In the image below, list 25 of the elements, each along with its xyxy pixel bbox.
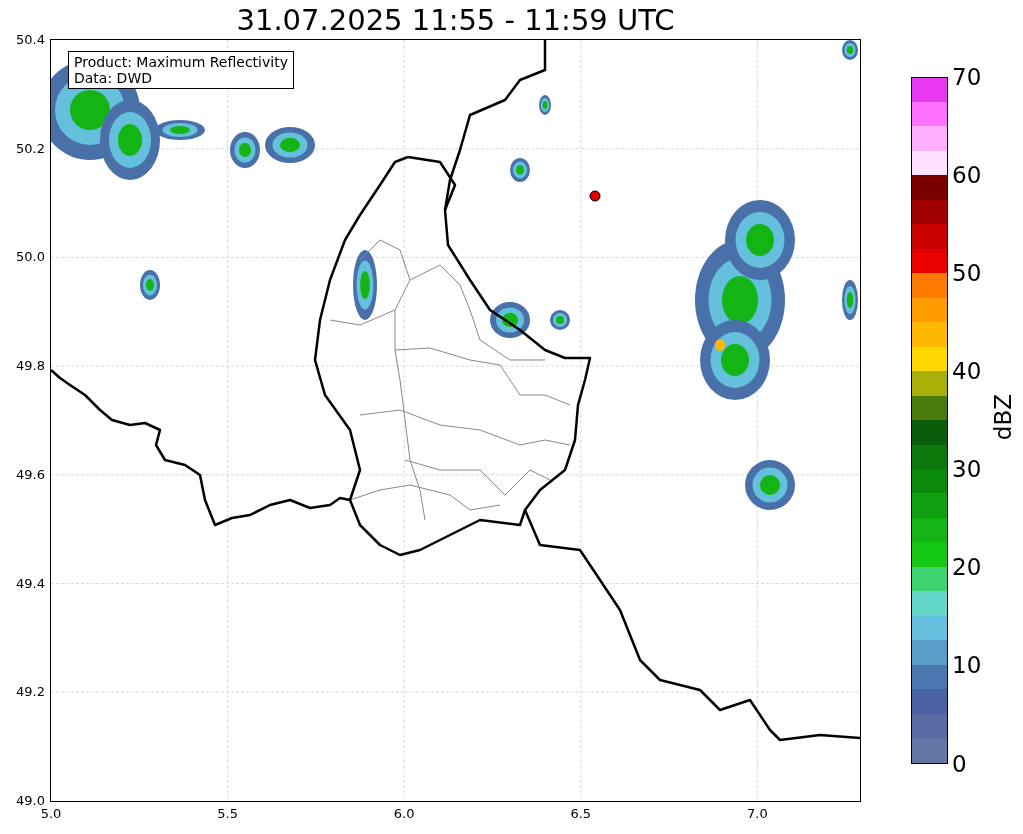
tick-label: 7.0	[747, 806, 768, 821]
tick-label: 6.5	[570, 806, 592, 821]
tick-label: 70	[952, 63, 982, 90]
legend-text: Product: Maximum Reflectivity	[74, 54, 288, 70]
axis-label: dBZ	[990, 393, 1016, 441]
tick-label: 50.0	[16, 250, 45, 265]
tick-label: 40	[952, 357, 982, 384]
tick-label: 50.2	[16, 141, 45, 156]
tick-label: 30	[952, 456, 982, 483]
tick-label: 49.4	[16, 576, 45, 591]
tick-label: 5.0	[40, 806, 62, 821]
tick-label: 50	[952, 259, 982, 286]
tick-label: 0	[952, 750, 967, 777]
tick-label: 5.5	[217, 806, 238, 821]
tick-label: 49.2	[16, 685, 45, 700]
chart-title: 31.07.2025 11:55 - 11:59 UTC	[236, 3, 675, 37]
tick-label: 49.8	[16, 359, 45, 374]
tick-label: 6.0	[393, 806, 415, 821]
tick-label: 20	[952, 554, 982, 581]
tick-label: 49.6	[16, 467, 45, 482]
legend-text: Data: DWD	[74, 70, 153, 86]
tick-label: 49.0	[16, 794, 45, 808]
tick-label: 50.4	[16, 33, 45, 47]
tick-label: 10	[952, 652, 982, 679]
tick-label: 60	[952, 161, 982, 188]
